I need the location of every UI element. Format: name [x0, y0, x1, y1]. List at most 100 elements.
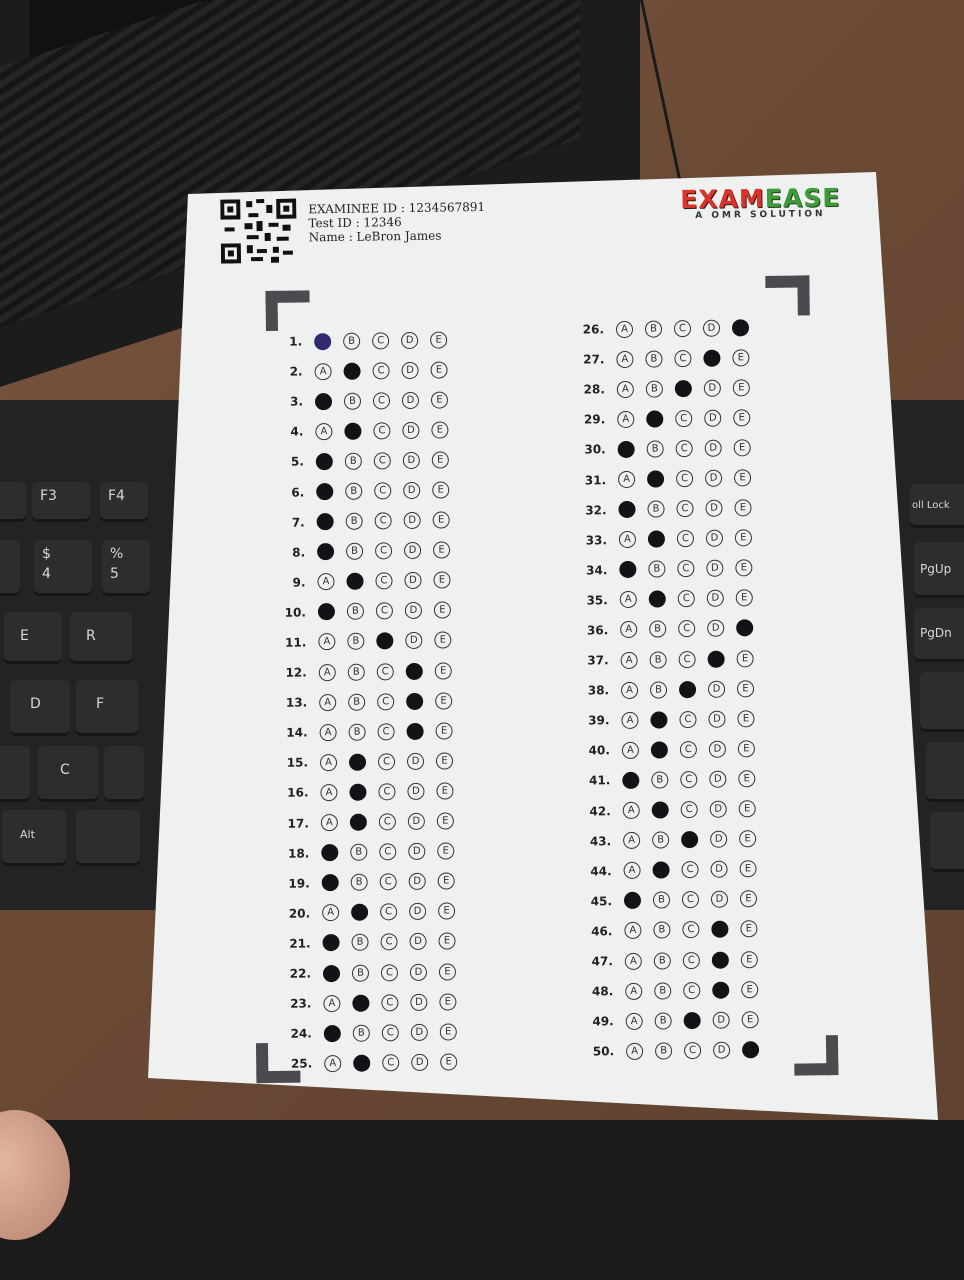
answer-bubble-b[interactable]: B	[351, 964, 370, 982]
answer-bubble-b[interactable]: B	[344, 422, 362, 440]
answer-bubble-e[interactable]: E	[736, 649, 754, 668]
answer-bubble-e[interactable]: E	[733, 409, 751, 427]
answer-bubble-b[interactable]: B	[651, 801, 669, 819]
answer-bubble-c[interactable]: C	[374, 512, 392, 530]
answer-bubble-c[interactable]: C	[680, 770, 698, 789]
answer-bubble-e[interactable]: E	[739, 860, 757, 878]
answer-bubble-d[interactable]: D	[410, 993, 428, 1011]
answer-bubble-a[interactable]: A	[318, 633, 336, 651]
answer-bubble-d[interactable]: D	[707, 650, 725, 668]
answer-bubble-a[interactable]: A	[315, 452, 333, 471]
answer-bubble-d[interactable]: D	[403, 511, 421, 530]
answer-bubble-c[interactable]: C	[380, 963, 399, 981]
answer-bubble-a[interactable]: A	[625, 982, 643, 1000]
answer-bubble-c[interactable]: C	[376, 632, 394, 650]
answer-bubble-e[interactable]: E	[741, 1040, 760, 1059]
answer-bubble-c[interactable]: C	[676, 530, 695, 548]
answer-bubble-b[interactable]: B	[646, 440, 664, 458]
answer-bubble-e[interactable]: E	[438, 962, 457, 981]
answer-bubble-c[interactable]: C	[683, 1011, 701, 1029]
answer-bubble-e[interactable]: E	[435, 752, 454, 770]
answer-bubble-e[interactable]: E	[434, 631, 452, 650]
answer-bubble-d[interactable]: D	[410, 1023, 428, 1041]
answer-bubble-e[interactable]: E	[733, 439, 751, 457]
answer-bubble-e[interactable]: E	[430, 391, 449, 409]
answer-bubble-b[interactable]: B	[345, 482, 363, 500]
answer-bubble-b[interactable]: B	[646, 410, 664, 428]
answer-bubble-d[interactable]: D	[704, 439, 722, 457]
answer-bubble-a[interactable]: A	[318, 663, 336, 681]
answer-bubble-a[interactable]: A	[322, 964, 341, 982]
answer-bubble-b[interactable]: B	[653, 921, 671, 940]
answer-bubble-b[interactable]: B	[348, 723, 366, 741]
answer-bubble-c[interactable]: C	[682, 921, 700, 939]
answer-bubble-b[interactable]: B	[652, 861, 670, 879]
answer-bubble-c[interactable]: C	[679, 740, 698, 759]
answer-bubble-a[interactable]: A	[623, 862, 641, 880]
answer-bubble-d[interactable]: D	[411, 1053, 429, 1071]
answer-bubble-d[interactable]: D	[703, 349, 721, 367]
answer-bubble-b[interactable]: B	[344, 452, 362, 470]
answer-bubble-c[interactable]: C	[675, 409, 693, 428]
answer-bubble-c[interactable]: C	[378, 813, 396, 831]
answer-bubble-c[interactable]: C	[680, 801, 698, 819]
answer-bubble-a[interactable]: A	[314, 392, 333, 411]
answer-bubble-c[interactable]: C	[674, 379, 692, 398]
answer-bubble-b[interactable]: B	[647, 500, 665, 518]
answer-bubble-e[interactable]: E	[439, 1023, 457, 1041]
answer-bubble-d[interactable]: D	[711, 951, 729, 969]
answer-bubble-b[interactable]: B	[352, 1024, 370, 1042]
answer-bubble-a[interactable]: A	[616, 350, 634, 368]
answer-bubble-a[interactable]: A	[618, 531, 637, 549]
answer-bubble-c[interactable]: C	[683, 981, 701, 999]
answer-bubble-d[interactable]: D	[408, 873, 426, 891]
answer-bubble-a[interactable]: A	[319, 723, 337, 742]
answer-bubble-a[interactable]: A	[621, 711, 639, 729]
answer-bubble-e[interactable]: E	[435, 722, 453, 740]
answer-bubble-c[interactable]: C	[374, 482, 392, 500]
answer-bubble-a[interactable]: A	[617, 410, 635, 428]
answer-bubble-d[interactable]: D	[401, 331, 419, 349]
answer-bubble-e[interactable]: E	[736, 619, 754, 637]
answer-bubble-b[interactable]: B	[348, 753, 367, 771]
answer-bubble-e[interactable]: E	[740, 950, 758, 968]
answer-bubble-c[interactable]: C	[381, 993, 399, 1012]
answer-bubble-a[interactable]: A	[323, 994, 341, 1012]
answer-bubble-b[interactable]: B	[653, 951, 671, 970]
answer-bubble-e[interactable]: E	[740, 920, 758, 938]
answer-bubble-b[interactable]: B	[648, 590, 666, 609]
answer-bubble-c[interactable]: C	[374, 542, 393, 560]
answer-bubble-d[interactable]: D	[405, 632, 423, 650]
answer-bubble-a[interactable]: A	[323, 1024, 341, 1042]
answer-bubble-e[interactable]: E	[432, 481, 450, 499]
answer-bubble-b[interactable]: B	[649, 650, 667, 669]
answer-bubble-e[interactable]: E	[736, 679, 755, 698]
answer-bubble-a[interactable]: A	[625, 1012, 643, 1030]
answer-bubble-c[interactable]: C	[673, 319, 692, 337]
answer-bubble-d[interactable]: D	[712, 981, 730, 999]
answer-bubble-d[interactable]: D	[402, 451, 420, 470]
answer-bubble-b[interactable]: B	[649, 681, 668, 699]
answer-bubble-e[interactable]: E	[737, 740, 756, 758]
answer-bubble-a[interactable]: A	[620, 651, 638, 669]
answer-bubble-a[interactable]: A	[322, 904, 340, 922]
answer-bubble-a[interactable]: A	[624, 952, 642, 970]
answer-bubble-e[interactable]: E	[737, 709, 755, 728]
answer-bubble-a[interactable]: A	[625, 1042, 644, 1060]
answer-bubble-c[interactable]: C	[380, 903, 398, 921]
answer-bubble-a[interactable]: A	[621, 741, 640, 759]
answer-bubble-d[interactable]: D	[710, 830, 728, 848]
answer-bubble-b[interactable]: B	[348, 693, 366, 711]
answer-bubble-a[interactable]: A	[320, 814, 338, 832]
answer-bubble-e[interactable]: E	[734, 529, 753, 547]
answer-bubble-a[interactable]: A	[314, 332, 332, 350]
answer-bubble-d[interactable]: D	[703, 379, 721, 397]
answer-bubble-d[interactable]: D	[406, 752, 425, 770]
answer-bubble-e[interactable]: E	[739, 830, 757, 848]
answer-bubble-d[interactable]: D	[707, 620, 725, 638]
answer-bubble-e[interactable]: E	[732, 378, 750, 397]
answer-bubble-e[interactable]: E	[438, 902, 456, 920]
answer-bubble-e[interactable]: E	[731, 318, 750, 337]
answer-bubble-a[interactable]: A	[623, 892, 642, 910]
answer-bubble-c[interactable]: C	[674, 349, 692, 367]
